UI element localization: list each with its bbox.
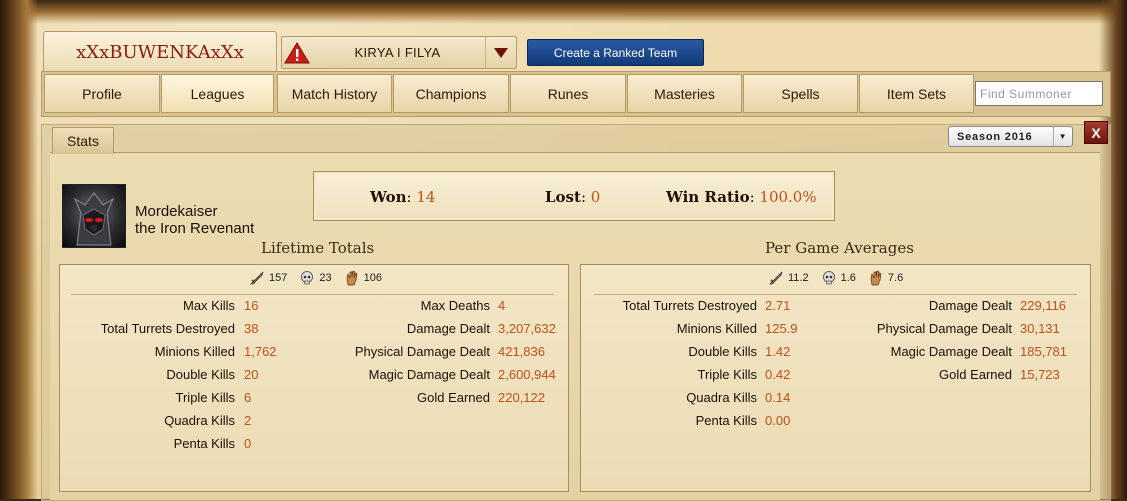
stat-label: Physical Damage Dealt	[876, 321, 1012, 336]
tab-champions[interactable]: Champions	[393, 74, 509, 113]
lost-stat: Lost: 0	[545, 188, 601, 206]
stat-value: 0.00	[765, 413, 791, 428]
stat-label: Penta Kills	[173, 436, 235, 451]
notice-text: KIRYA I FILYA	[354, 45, 441, 60]
tab-spells[interactable]: Spells	[743, 74, 858, 113]
tab-runes[interactable]: Runes	[510, 74, 626, 113]
stat-row: Gold Earned 15,723	[0, 367, 1127, 383]
won-value: 14	[416, 188, 436, 206]
stat-row: Quadra Kills 0.14	[0, 390, 1127, 406]
tab-masteries[interactable]: Masteries	[627, 74, 742, 113]
stat-label: Quadra Kills	[686, 390, 757, 405]
stat-label: Gold Earned	[939, 367, 1012, 382]
average-deaths: 1.6	[840, 272, 856, 284]
lost-value: 0	[590, 188, 601, 206]
stat-label: Magic Damage Dealt	[890, 344, 1012, 359]
dropdown-arrow-icon[interactable]	[485, 37, 516, 68]
lifetime-totals-title: Lifetime Totals	[261, 239, 375, 257]
tab-leagues[interactable]: Leagues	[161, 74, 274, 113]
average-assists: 7.6	[887, 272, 904, 284]
hand-icon	[346, 270, 357, 286]
stat-label: Penta Kills	[695, 413, 757, 428]
record-box: Won: 14 Lost: 0 Win Ratio: 100.0%	[313, 171, 835, 221]
warning-icon	[284, 41, 310, 63]
win-ratio-label: Win Ratio	[666, 188, 750, 206]
averages-kda: 11.2 1.6 7.6	[768, 270, 911, 286]
stat-value: 30,131	[1020, 321, 1060, 336]
lifetime-kda: 157 23 106	[249, 270, 390, 286]
stat-row: Penta Kills 0.00	[0, 413, 1127, 429]
sword-icon	[250, 271, 264, 285]
hand-icon	[870, 270, 882, 286]
stat-value: 229,116	[1020, 298, 1067, 313]
tab-profile[interactable]: Profile	[44, 74, 160, 113]
lost-label: Lost	[545, 188, 581, 206]
champion-name-block: Mordekaiser the Iron Revenant	[135, 203, 254, 237]
season-selected: Season 2016	[957, 130, 1033, 143]
win-ratio-value: 100.0%	[759, 188, 817, 206]
find-summoner-input[interactable]	[975, 81, 1103, 106]
stat-label: Damage Dealt	[928, 298, 1012, 313]
season-select[interactable]: Season 2016 ▼	[948, 126, 1073, 147]
summoner-name: xXxBUWENKAxXx	[43, 31, 277, 73]
won-stat: Won: 14	[370, 188, 436, 206]
champion-name: Mordekaiser	[135, 203, 218, 220]
won-label: Won	[370, 188, 407, 206]
stat-row: Physical Damage Dealt 30,131	[0, 321, 1127, 337]
lifetime-kills: 157	[269, 272, 288, 284]
close-icon[interactable]: X	[1084, 121, 1108, 144]
win-ratio-stat: Win Ratio: 100.0%	[666, 188, 817, 206]
stat-row: Damage Dealt 229,116	[0, 298, 1127, 314]
tab-stats[interactable]: Stats	[52, 127, 114, 154]
lifetime-divider	[71, 294, 554, 295]
lifetime-deaths: 23	[319, 272, 332, 284]
sword-icon	[769, 271, 783, 285]
tab-match-history[interactable]: Match History	[277, 74, 392, 113]
stat-value: 0	[244, 436, 252, 451]
average-kills: 11.2	[788, 272, 809, 284]
tab-item-sets[interactable]: Item Sets	[859, 74, 974, 113]
notice-dropdown[interactable]: KIRYA I FILYA	[281, 36, 517, 69]
skull-icon	[822, 271, 835, 285]
lifetime-assists: 106	[363, 272, 382, 284]
skull-icon	[301, 271, 314, 285]
per-game-averages-title: Per Game Averages	[765, 239, 914, 257]
champion-title: the Iron Revenant	[135, 220, 255, 237]
burnt-edge-top	[0, 0, 1127, 24]
stat-value: 185,781	[1020, 344, 1067, 359]
chevron-down-icon: ▼	[1053, 127, 1072, 146]
champion-portrait	[62, 184, 126, 248]
stat-value: 15,723	[1020, 367, 1060, 382]
create-ranked-team-button[interactable]: Create a Ranked Team	[527, 39, 704, 66]
averages-divider	[594, 294, 1077, 295]
stat-row: Magic Damage Dealt 185,781	[0, 344, 1127, 360]
stat-value: 0.14	[765, 390, 791, 405]
